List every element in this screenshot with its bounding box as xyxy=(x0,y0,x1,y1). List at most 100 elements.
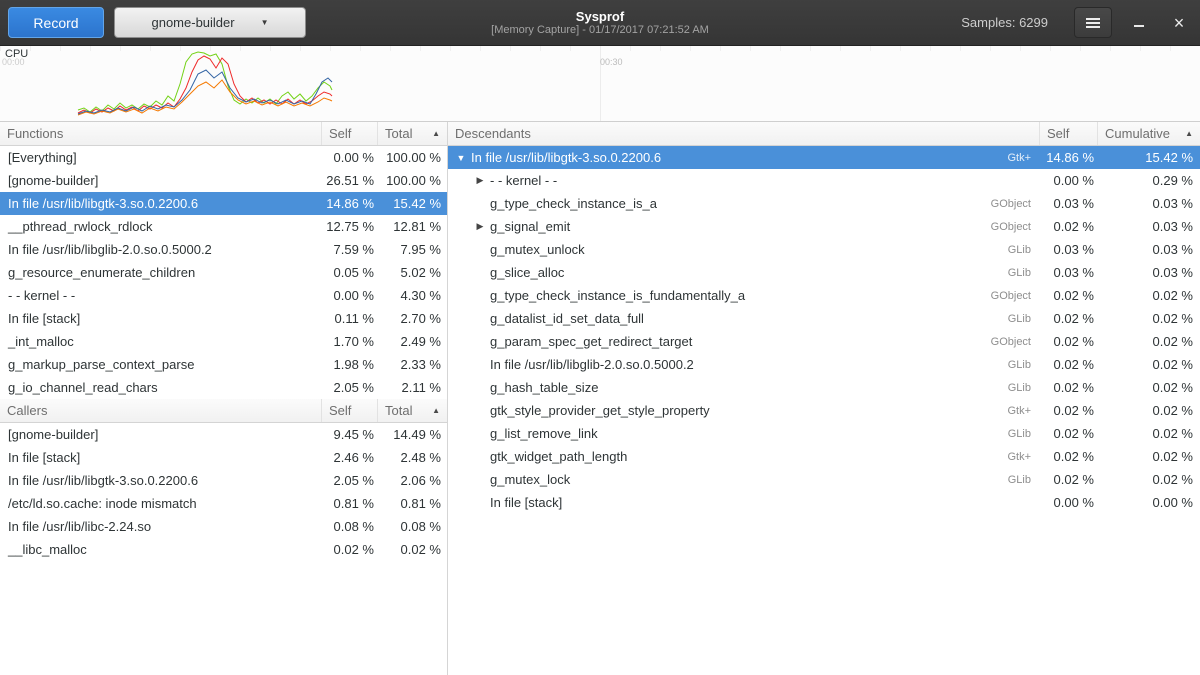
function-name: In file /usr/lib/libgtk-3.so.0.2200.6 xyxy=(469,150,1007,165)
total-percent: 0.03 % xyxy=(1098,242,1200,257)
hamburger-icon xyxy=(1086,18,1100,28)
column-header-self[interactable]: Self xyxy=(322,399,378,422)
table-row[interactable]: g_resource_enumerate_children0.05 %5.02 … xyxy=(0,261,447,284)
menu-button[interactable] xyxy=(1074,7,1112,38)
record-button[interactable]: Record xyxy=(8,7,104,38)
minimize-button[interactable] xyxy=(1126,10,1152,36)
function-name: - - kernel - - xyxy=(0,288,322,303)
table-row[interactable]: In file /usr/lib/libc-2.24.so0.08 %0.08 … xyxy=(0,515,447,538)
self-percent: 2.05 % xyxy=(322,473,378,488)
table-row[interactable]: ▶g_signal_emitGObject0.02 %0.03 % xyxy=(448,215,1200,238)
table-row[interactable]: g_slice_allocGLib0.03 %0.03 % xyxy=(448,261,1200,284)
self-percent: 0.08 % xyxy=(322,519,378,534)
sort-indicator-icon: ▲ xyxy=(432,406,440,415)
table-row[interactable]: In file [stack]2.46 %2.48 % xyxy=(0,446,447,469)
cpu-timeline[interactable]: 00:00 00:30 CPU xyxy=(0,46,1200,122)
self-percent: 0.02 % xyxy=(1040,311,1098,326)
table-row[interactable]: g_datalist_id_set_data_fullGLib0.02 %0.0… xyxy=(448,307,1200,330)
column-header-callers[interactable]: Callers xyxy=(0,399,322,422)
total-percent: 0.02 % xyxy=(378,542,447,557)
table-row[interactable]: g_list_remove_linkGLib0.02 %0.02 % xyxy=(448,422,1200,445)
table-row[interactable]: /etc/ld.so.cache: inode mismatch0.81 %0.… xyxy=(0,492,447,515)
self-percent: 0.00 % xyxy=(322,288,378,303)
table-row[interactable]: g_hash_table_sizeGLib0.02 %0.02 % xyxy=(448,376,1200,399)
function-name: g_param_spec_get_redirect_target xyxy=(488,334,991,349)
library-tag: Gtk+ xyxy=(1007,152,1040,164)
self-percent: 1.70 % xyxy=(322,334,378,349)
column-header-total[interactable]: Total ▲ xyxy=(378,122,447,145)
table-row[interactable]: _int_malloc1.70 %2.49 % xyxy=(0,330,447,353)
table-row[interactable]: In file /usr/lib/libgtk-3.so.0.2200.614.… xyxy=(0,192,447,215)
column-header-label: Functions xyxy=(7,126,63,141)
function-name: In file /usr/lib/libc-2.24.so xyxy=(0,519,322,534)
function-name: /etc/ld.so.cache: inode mismatch xyxy=(0,496,322,511)
total-percent: 0.03 % xyxy=(1098,196,1200,211)
total-percent: 0.02 % xyxy=(1098,334,1200,349)
close-button[interactable]: × xyxy=(1166,10,1192,36)
table-row[interactable]: [gnome-builder]9.45 %14.49 % xyxy=(0,423,447,446)
process-selector[interactable]: gnome-builder ▼ xyxy=(114,7,306,38)
table-row[interactable]: In file /usr/lib/libglib-2.0.so.0.5000.2… xyxy=(0,238,447,261)
column-header-self[interactable]: Self xyxy=(322,122,378,145)
capture-subtitle: [Memory Capture] - 01/17/2017 07:21:52 A… xyxy=(491,24,709,37)
function-name: gtk_widget_path_length xyxy=(488,449,1007,464)
table-row[interactable]: g_mutex_lockGLib0.02 %0.02 % xyxy=(448,468,1200,491)
function-name: __libc_malloc xyxy=(0,542,322,557)
self-percent: 1.98 % xyxy=(322,357,378,372)
table-row[interactable]: In file [stack]0.11 %2.70 % xyxy=(0,307,447,330)
total-percent: 7.95 % xyxy=(378,242,447,257)
cpu-core-orange xyxy=(78,80,332,115)
expander-open-icon[interactable]: ▼ xyxy=(453,153,469,163)
table-row[interactable]: In file /usr/lib/libgtk-3.so.0.2200.62.0… xyxy=(0,469,447,492)
column-header-label: Total xyxy=(385,126,412,141)
expander-closed-icon[interactable]: ▶ xyxy=(472,221,488,232)
table-row[interactable]: In file /usr/lib/libglib-2.0.so.0.5000.2… xyxy=(448,353,1200,376)
total-percent: 2.48 % xyxy=(378,450,447,465)
table-row[interactable]: g_type_check_instance_is_aGObject0.03 %0… xyxy=(448,192,1200,215)
total-percent: 0.02 % xyxy=(1098,311,1200,326)
function-name: g_hash_table_size xyxy=(488,380,1008,395)
sort-indicator-icon: ▲ xyxy=(432,129,440,138)
column-header-self[interactable]: Self xyxy=(1040,122,1098,145)
function-name: In file [stack] xyxy=(488,495,1031,510)
table-row[interactable]: ▼In file /usr/lib/libgtk-3.so.0.2200.6Gt… xyxy=(448,146,1200,169)
total-percent: 0.29 % xyxy=(1098,173,1200,188)
table-row[interactable]: [gnome-builder]26.51 %100.00 % xyxy=(0,169,447,192)
total-percent: 100.00 % xyxy=(378,173,447,188)
self-percent: 0.02 % xyxy=(1040,426,1098,441)
self-percent: 0.81 % xyxy=(322,496,378,511)
library-tag: GLib xyxy=(1008,267,1040,279)
table-row[interactable]: [Everything]0.00 %100.00 % xyxy=(0,146,447,169)
library-tag: GLib xyxy=(1008,428,1040,440)
total-percent: 0.02 % xyxy=(1098,288,1200,303)
table-row[interactable]: __libc_malloc0.02 %0.02 % xyxy=(0,538,447,561)
table-row[interactable]: __pthread_rwlock_rdlock12.75 %12.81 % xyxy=(0,215,447,238)
table-row[interactable]: g_markup_parse_context_parse1.98 %2.33 % xyxy=(0,353,447,376)
functions-table-header: Functions Self Total ▲ xyxy=(0,122,447,146)
function-name: In file /usr/lib/libglib-2.0.so.0.5000.2 xyxy=(488,357,1008,372)
total-percent: 0.02 % xyxy=(1098,426,1200,441)
expander-closed-icon[interactable]: ▶ xyxy=(472,175,488,186)
functions-rows: [Everything]0.00 %100.00 %[gnome-builder… xyxy=(0,146,447,399)
table-row[interactable]: ▶- - kernel - -0.00 %0.29 % xyxy=(448,169,1200,192)
table-row[interactable]: - - kernel - -0.00 %4.30 % xyxy=(0,284,447,307)
table-row[interactable]: gtk_widget_path_lengthGtk+0.02 %0.02 % xyxy=(448,445,1200,468)
functions-table: Functions Self Total ▲ [Everything]0.00 … xyxy=(0,122,447,399)
table-row[interactable]: g_type_check_instance_is_fundamentally_a… xyxy=(448,284,1200,307)
table-row[interactable]: g_io_channel_read_chars2.05 %2.11 % xyxy=(0,376,447,399)
table-row[interactable]: g_mutex_unlockGLib0.03 %0.03 % xyxy=(448,238,1200,261)
self-percent: 2.46 % xyxy=(322,450,378,465)
self-percent: 0.05 % xyxy=(322,265,378,280)
descendants-rows: ▼In file /usr/lib/libgtk-3.so.0.2200.6Gt… xyxy=(448,146,1200,514)
column-header-functions[interactable]: Functions xyxy=(0,122,322,145)
table-row[interactable]: In file [stack]0.00 %0.00 % xyxy=(448,491,1200,514)
descendants-table: Descendants Self Cumulative ▲ ▼In file /… xyxy=(448,122,1200,675)
self-percent: 0.02 % xyxy=(322,542,378,557)
column-header-descendants[interactable]: Descendants xyxy=(448,122,1040,145)
table-row[interactable]: gtk_style_provider_get_style_propertyGtk… xyxy=(448,399,1200,422)
self-percent: 0.02 % xyxy=(1040,403,1098,418)
table-row[interactable]: g_param_spec_get_redirect_targetGObject0… xyxy=(448,330,1200,353)
function-name: g_markup_parse_context_parse xyxy=(0,357,322,372)
column-header-total[interactable]: Total ▲ xyxy=(378,399,447,422)
column-header-cumulative[interactable]: Cumulative ▲ xyxy=(1098,122,1200,145)
